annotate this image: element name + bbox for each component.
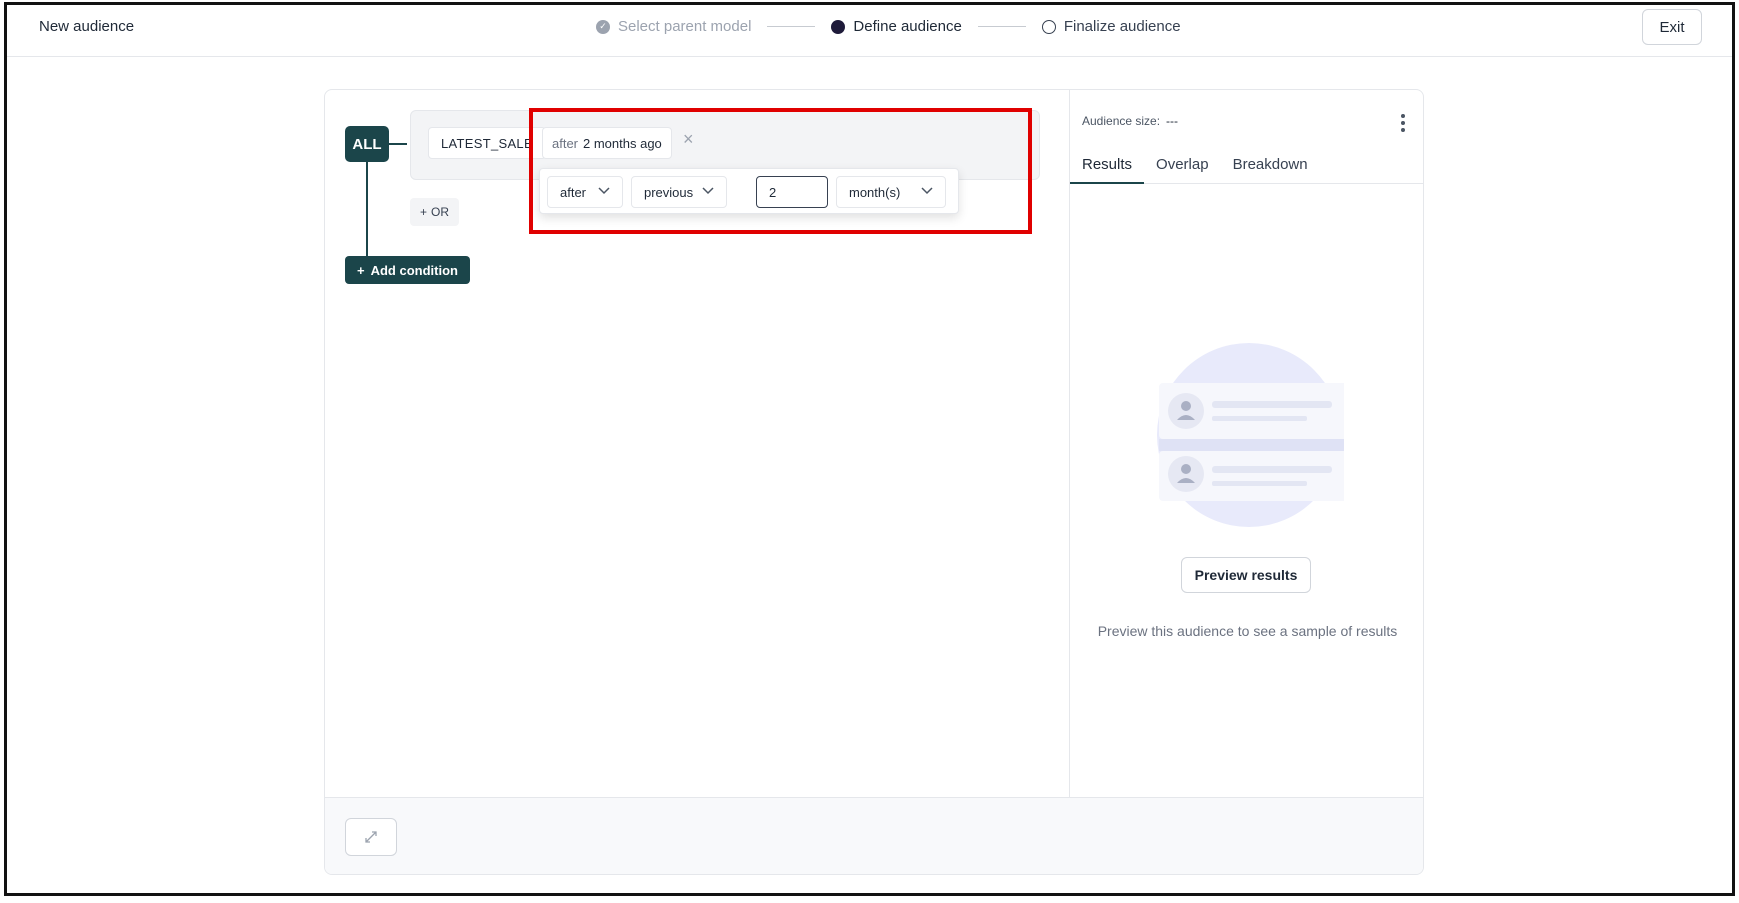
direction-select[interactable]: previous [631, 176, 727, 208]
card-footer [325, 797, 1423, 874]
chevron-down-icon [702, 186, 714, 198]
amount-input[interactable] [756, 176, 828, 208]
stepper: ✓ Select parent model Define audience Fi… [596, 18, 1181, 35]
property-chip[interactable]: LATEST_SALE [428, 127, 546, 159]
date-filter-popover: after previous month(s) [539, 168, 959, 214]
tab-breakdown[interactable]: Breakdown [1233, 150, 1308, 183]
step-define-audience[interactable]: Define audience [831, 18, 962, 35]
audience-size-value: --- [1166, 114, 1179, 128]
unit-select-value: month(s) [849, 184, 901, 200]
condition-builder: ALL LATEST_SALE after 2 months ago × aft… [325, 90, 1068, 798]
operator-select-value: after [560, 184, 587, 200]
step-divider [977, 26, 1026, 27]
step-finalize-audience[interactable]: Finalize audience [1041, 18, 1181, 35]
step-label: Select parent model [618, 18, 752, 35]
expand-icon[interactable] [345, 818, 397, 856]
operator-select[interactable]: after [547, 176, 623, 208]
empty-results-illustration [1157, 343, 1344, 527]
unit-select[interactable]: month(s) [836, 176, 946, 208]
audience-size-label: Audience size: [1082, 114, 1161, 128]
filter-value-text: 2 months ago [583, 135, 662, 151]
or-label: OR [431, 205, 450, 219]
step-label: Finalize audience [1063, 18, 1181, 35]
tab-results[interactable]: Results [1069, 150, 1145, 184]
active-step-icon [831, 19, 846, 34]
connector-line [389, 143, 407, 145]
results-panel: Audience size: --- Results Overlap Breakd… [1069, 90, 1423, 798]
add-condition-label: Add condition [370, 262, 458, 278]
results-tabs: Results Overlap Breakdown [1069, 150, 1423, 184]
filter-operator-text: after [552, 135, 579, 151]
preview-hint-text: Preview this audience to see a sample of… [1097, 623, 1398, 639]
more-options-icon[interactable] [1401, 112, 1405, 133]
page-title: New audience [39, 18, 135, 35]
tab-overlap[interactable]: Overlap [1156, 150, 1209, 183]
step-select-parent-model[interactable]: ✓ Select parent model [596, 18, 751, 35]
check-circle-icon: ✓ [596, 19, 610, 34]
step-label: Define audience [853, 18, 962, 35]
connector-line [366, 162, 368, 262]
direction-select-value: previous [644, 184, 694, 200]
step-divider [767, 26, 816, 27]
audience-size: Audience size: --- [1082, 114, 1178, 128]
add-condition-button[interactable]: + Add condition [345, 256, 470, 284]
chevron-down-icon [598, 186, 610, 198]
audience-editor-card: ALL LATEST_SALE after 2 months ago × aft… [324, 89, 1424, 875]
plus-icon: + [357, 262, 365, 278]
remove-condition-icon[interactable]: × [683, 129, 694, 150]
chevron-down-icon [921, 186, 933, 198]
top-bar: New audience ✓ Select parent model Defin… [7, 5, 1732, 57]
date-filter-chip[interactable]: after 2 months ago [542, 127, 672, 159]
pending-step-icon [1041, 19, 1056, 34]
add-or-button[interactable]: + OR [410, 198, 460, 226]
plus-icon: + [420, 205, 428, 219]
preview-results-button[interactable]: Preview results [1181, 557, 1311, 593]
root-operator-badge[interactable]: ALL [345, 126, 389, 162]
exit-button[interactable]: Exit [1642, 9, 1702, 45]
app-window: New audience ✓ Select parent model Defin… [4, 2, 1735, 896]
